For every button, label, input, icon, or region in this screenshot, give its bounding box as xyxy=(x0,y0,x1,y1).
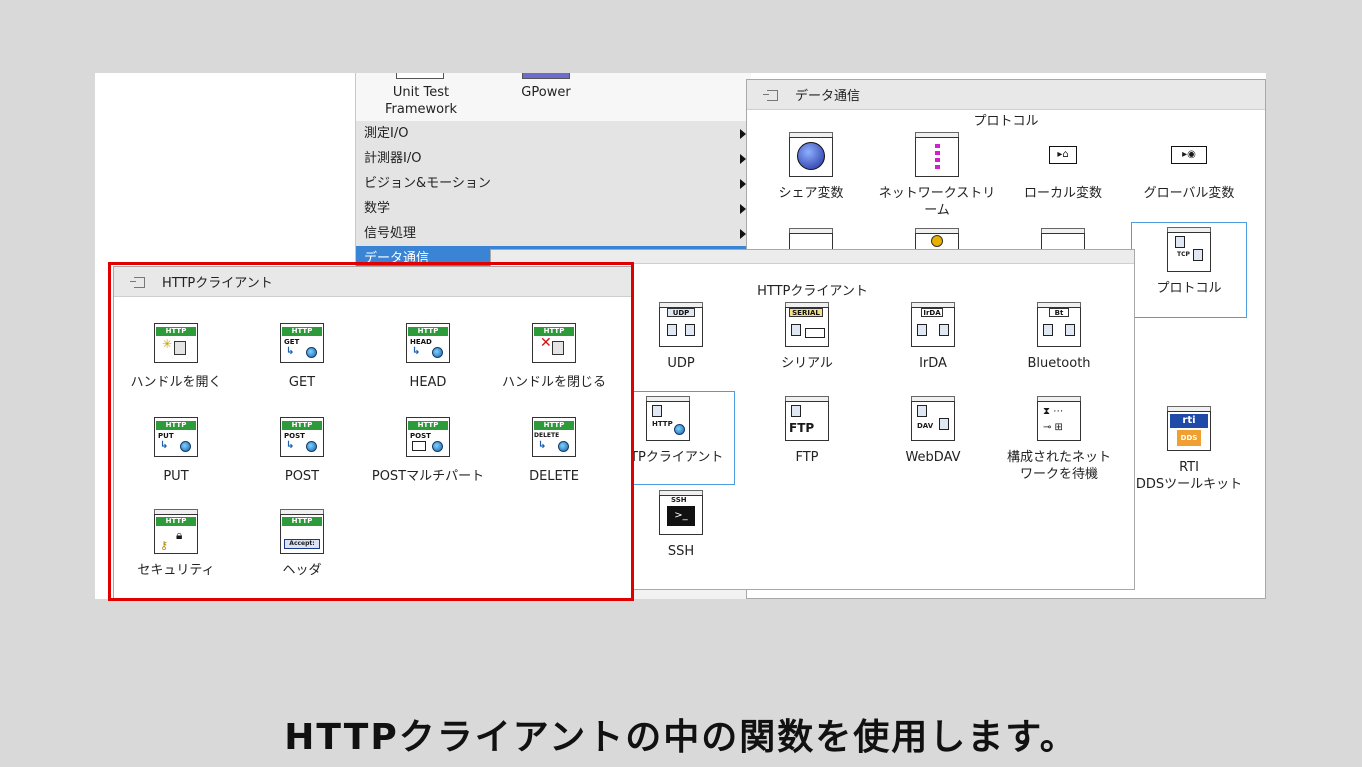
item-label: Bluetooth xyxy=(1027,356,1091,371)
item-label: UDP xyxy=(667,356,695,371)
ftp-icon: FTP xyxy=(783,396,831,442)
highlight-frame xyxy=(108,262,634,601)
icon-text: Bt xyxy=(1049,308,1069,317)
unit-test-label[interactable]: Unit Test Framework xyxy=(366,84,476,118)
gpower-label[interactable]: GPower xyxy=(496,84,596,101)
bluetooth-item[interactable]: Bt Bluetooth xyxy=(997,302,1121,372)
udp-item[interactable]: UDP UDP xyxy=(619,302,743,372)
item-label: 構成されたネットワークを待機 xyxy=(1006,450,1111,482)
wait-network-icon: ⧗ ⋯ ⊸ ⊞ xyxy=(1035,396,1083,442)
pin-icon[interactable] xyxy=(763,88,781,102)
item-label: IrDA xyxy=(919,356,947,371)
rti-logo: rti xyxy=(1170,414,1208,428)
item-label: シリアル xyxy=(781,356,833,371)
ssh-icon: SSH >_ xyxy=(657,490,705,536)
webdav-icon: DAV xyxy=(909,396,957,442)
bluetooth-icon: Bt xyxy=(1035,302,1083,348)
global-variable-item[interactable]: ▸◉ グローバル変数 xyxy=(1127,132,1251,202)
webdav-item[interactable]: DAV WebDAV xyxy=(871,396,995,466)
rti-dds-toolkit-item[interactable]: rti DDS RTI DDSツールキット xyxy=(1127,406,1251,493)
icon-text: IrDA xyxy=(921,308,943,317)
item-label: ローカル変数 xyxy=(1023,186,1102,201)
window-titlebar[interactable]: データ通信 xyxy=(747,80,1265,110)
global-variable-icon: ▸◉ xyxy=(1165,132,1213,178)
menu-item-instrument-io[interactable]: 計測器I/O xyxy=(356,146,751,171)
http-client-icon: HTTP xyxy=(644,396,692,442)
window-title: データ通信 xyxy=(795,89,861,104)
dds-logo: DDS xyxy=(1177,430,1201,446)
irda-icon: IrDA xyxy=(909,302,957,348)
menu-label: 測定I/O xyxy=(364,126,409,141)
menu-label: ビジョン&モーション xyxy=(364,176,491,191)
item-label: WebDAV xyxy=(905,450,961,465)
network-stream-item[interactable]: ネットワークストリーム xyxy=(875,132,999,219)
tcp-protocol-icon: TCP xyxy=(1165,227,1213,273)
icon-text: SSH xyxy=(671,496,687,504)
serial-item[interactable]: SERIAL シリアル xyxy=(745,302,869,372)
item-label: シェア変数 xyxy=(778,186,844,201)
icon-text: DAV xyxy=(917,422,934,430)
item-label: ネットワークストリーム xyxy=(878,186,996,218)
menu-item-signal-processing[interactable]: 信号処理 xyxy=(356,221,751,246)
unit-test-icon[interactable] xyxy=(396,73,444,79)
menu-label: 信号処理 xyxy=(364,226,417,241)
item-label: FTP xyxy=(795,450,819,465)
icon-text: HTTP xyxy=(652,420,673,428)
ssh-item[interactable]: SSH >_ SSH xyxy=(619,490,743,560)
palette-top-row: Unit Test Framework GPower xyxy=(356,73,751,121)
menu-label: 数学 xyxy=(364,201,391,216)
icon-text: FTP xyxy=(789,421,815,435)
menu-item-measurement-io[interactable]: 測定I/O xyxy=(356,121,751,146)
item-label: プロトコル xyxy=(1156,281,1222,296)
icon-text: SERIAL xyxy=(789,308,823,317)
rti-dds-icon: rti DDS xyxy=(1165,406,1213,452)
shared-variable-item[interactable]: シェア変数 xyxy=(749,132,873,202)
protocol-item[interactable]: TCP プロトコル xyxy=(1131,222,1247,318)
menu-label: 計測器I/O xyxy=(364,151,422,166)
item-label: グローバル変数 xyxy=(1143,186,1235,201)
section-label-protocol: プロトコル xyxy=(973,114,1039,129)
caption-text: HTTPクライアントの中の関数を使用します。 xyxy=(284,717,1078,758)
icon-text: UDP xyxy=(667,308,695,317)
local-variable-icon: ▸⌂ xyxy=(1039,132,1087,178)
serial-icon: SERIAL xyxy=(783,302,831,348)
network-stream-icon xyxy=(913,132,961,178)
ftp-item[interactable]: FTP FTP xyxy=(745,396,869,466)
wait-configured-network-item[interactable]: ⧗ ⋯ ⊸ ⊞ 構成されたネットワークを待機 xyxy=(997,396,1121,483)
item-label: SSH xyxy=(667,544,695,559)
menu-item-vision-motion[interactable]: ビジョン&モーション xyxy=(356,171,751,196)
shared-variable-icon xyxy=(787,132,835,178)
item-label: RTI DDSツールキット xyxy=(1135,460,1243,492)
menu-item-math[interactable]: 数学 xyxy=(356,196,751,221)
local-variable-item[interactable]: ▸⌂ ローカル変数 xyxy=(1001,132,1125,202)
udp-icon: UDP xyxy=(657,302,705,348)
irda-item[interactable]: IrDA IrDA xyxy=(871,302,995,372)
gpower-icon[interactable] xyxy=(522,73,570,79)
